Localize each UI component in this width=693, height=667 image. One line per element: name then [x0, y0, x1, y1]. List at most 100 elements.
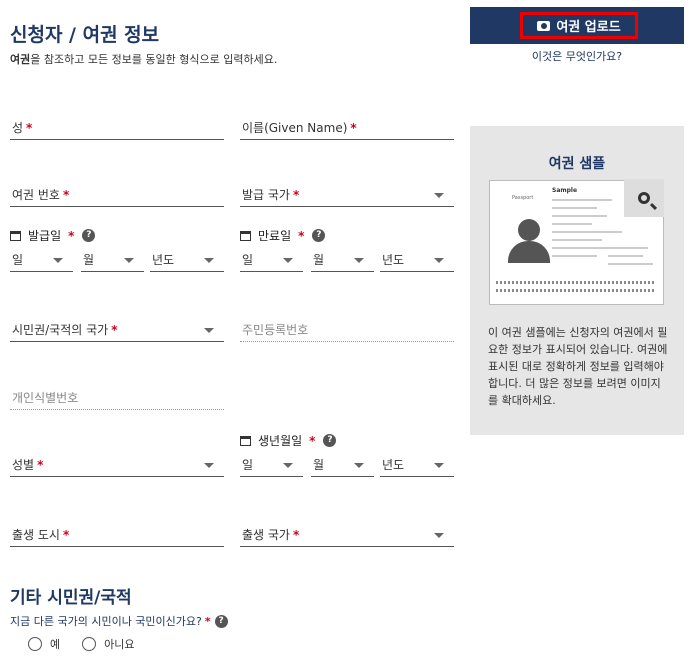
what-is-this-link[interactable]: 이것은 무엇인가요?	[470, 48, 684, 64]
passport-number-field[interactable]: 여권 번호 *	[10, 185, 224, 207]
month-label: 월	[313, 253, 325, 267]
help-icon[interactable]: ?	[214, 614, 228, 628]
chevron-down-icon	[354, 258, 364, 263]
passport-line	[552, 255, 597, 257]
citizenship-country-select[interactable]: 시민권/국적의 국가 *	[10, 320, 224, 342]
passport-number-label: 여권 번호	[12, 188, 60, 202]
help-icon[interactable]: ?	[312, 229, 326, 242]
passport-line	[552, 215, 607, 217]
expiry-month-select[interactable]: 월	[311, 250, 374, 272]
issue-date-text: 발급일	[28, 229, 62, 243]
page-title: 신청자 / 여권 정보	[10, 24, 160, 46]
birth-country-select[interactable]: 출생 국가 *	[240, 525, 454, 547]
photo-head	[518, 219, 540, 241]
zoom-button[interactable]	[624, 179, 664, 217]
required-mark: *	[26, 121, 33, 135]
subtitle-text: 을 참조하고 모든 정보를 동일한 형식으로 입력하세요.	[30, 53, 278, 66]
subtitle-bold: 여권	[10, 53, 31, 66]
passport-line	[552, 223, 592, 225]
required-mark: *	[298, 228, 305, 243]
required-mark: *	[111, 323, 118, 337]
passport-line	[608, 263, 653, 265]
passport-sample-word: Passport	[512, 195, 534, 201]
year-label: 년도	[382, 458, 405, 472]
birth-date-text: 생년월일	[258, 434, 303, 448]
passport-mrz-line	[496, 289, 656, 292]
personal-id-label: 개인식별번호	[12, 391, 79, 405]
passport-line	[552, 231, 622, 233]
issue-month-select[interactable]: 월	[81, 250, 144, 272]
passport-line	[552, 239, 602, 241]
issuing-country-select[interactable]: 발급 국가 *	[240, 185, 454, 207]
given-name-field[interactable]: 이름(Given Name) *	[240, 118, 454, 140]
other-citizenship-question: 지금 다른 국가의 시민이나 국민이신가요? * ?	[10, 613, 228, 629]
upload-passport-button[interactable]: 여권 업로드	[520, 12, 638, 39]
passport-sample-heading: Sample	[552, 187, 578, 194]
expiry-date-label: 만료일 * ?	[240, 227, 326, 244]
passport-sample-panel: 여권 샘플 Passport Sample 이 여권 샘플에는 신청자의 여권에…	[470, 126, 684, 435]
day-label: 일	[242, 253, 254, 267]
gender-label: 성별	[12, 458, 35, 472]
required-mark: *	[62, 188, 70, 202]
year-label: 년도	[382, 253, 405, 267]
given-name-label: 이름(Given Name)	[242, 121, 348, 135]
help-icon[interactable]: ?	[323, 434, 337, 447]
issue-date-label: 발급일 * ?	[10, 227, 96, 244]
birth-city-field[interactable]: 출생 도시 *	[10, 525, 224, 547]
birth-day-select[interactable]: 일	[240, 455, 303, 477]
national-id-field[interactable]: 주민등록번호	[240, 320, 454, 342]
month-label: 월	[313, 458, 325, 472]
passport-sample-title: 여권 샘플	[548, 156, 606, 172]
required-mark: *	[292, 528, 300, 542]
camera-icon	[537, 20, 551, 31]
required-mark: *	[68, 228, 75, 243]
page-subtitle: 여권을 참조하고 모든 정보를 동일한 형식으로 입력하세요.	[10, 51, 277, 67]
chevron-down-icon	[434, 533, 444, 538]
photo-body	[508, 241, 550, 263]
gender-select[interactable]: 성별 *	[10, 455, 224, 477]
help-icon[interactable]: ?	[82, 229, 96, 242]
chevron-down-icon	[204, 463, 214, 468]
passport-line	[608, 255, 643, 257]
chevron-down-icon	[204, 258, 214, 263]
issuing-country-label: 발급 국가	[242, 188, 290, 202]
birth-date-label: 생년월일 * ?	[240, 432, 337, 449]
radio-yes[interactable]: 예	[28, 636, 60, 652]
chevron-down-icon	[124, 258, 134, 263]
birth-year-select[interactable]: 년도	[380, 455, 454, 477]
passport-line	[608, 247, 648, 249]
required-mark: *	[62, 528, 70, 542]
birth-city-label: 출생 도시	[12, 528, 60, 542]
issue-day-select[interactable]: 일	[10, 250, 73, 272]
chevron-down-icon	[434, 463, 444, 468]
chevron-down-icon	[283, 258, 293, 263]
expiry-day-select[interactable]: 일	[240, 250, 303, 272]
passport-line	[552, 199, 612, 201]
chevron-down-icon	[204, 328, 214, 333]
radio-no[interactable]: 아니요	[82, 636, 135, 652]
day-label: 일	[12, 253, 24, 267]
chevron-down-icon	[434, 193, 444, 198]
required-mark: *	[309, 433, 316, 448]
radio-circle[interactable]	[28, 637, 42, 651]
radio-yes-label: 예	[50, 638, 61, 651]
radio-circle[interactable]	[82, 637, 97, 651]
upload-passport-bar: 여권 업로드	[470, 7, 684, 44]
chevron-down-icon	[354, 463, 364, 468]
question-text: 지금 다른 국가의 시민이나 국민이신가요?	[10, 615, 202, 628]
issue-year-select[interactable]: 년도	[150, 250, 224, 272]
surname-field[interactable]: 성 *	[10, 118, 224, 140]
year-label: 년도	[152, 253, 175, 267]
chevron-down-icon	[53, 258, 63, 263]
month-label: 월	[83, 253, 95, 267]
other-citizenship-title: 기타 시민권/국적	[10, 588, 132, 608]
required-mark: *	[37, 458, 44, 472]
required-mark: *	[350, 121, 357, 135]
passport-mrz-line	[496, 281, 656, 284]
passport-sample-description: 이 여권 샘플에는 신청자의 여권에서 필요한 정보가 표시되어 있습니다. 여…	[488, 326, 668, 407]
expiry-year-select[interactable]: 년도	[380, 250, 454, 272]
personal-id-field[interactable]: 개인식별번호	[10, 388, 224, 410]
radio-no-label: 아니요	[104, 638, 135, 651]
birth-month-select[interactable]: 월	[311, 455, 374, 477]
magnifier-icon	[638, 192, 650, 204]
